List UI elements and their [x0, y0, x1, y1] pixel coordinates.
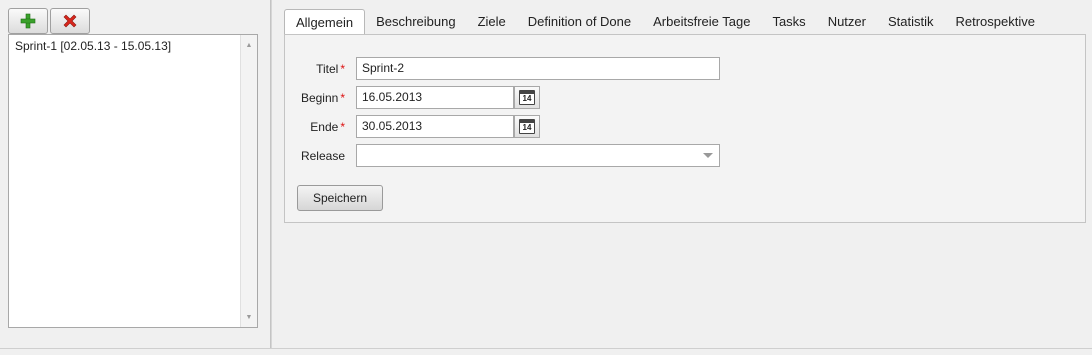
tab-statistik[interactable]: Statistik [877, 10, 945, 34]
calendar-icon: 14 [519, 119, 535, 134]
begin-date-picker-button[interactable]: 14 [514, 86, 540, 109]
begin-date-input[interactable]: 16.05.2013 [356, 86, 514, 109]
delete-sprint-button[interactable] [50, 8, 90, 34]
chevron-down-icon [703, 153, 713, 158]
release-label-text: Release [300, 149, 345, 163]
detail-tabs: Allgemein Beschreibung Ziele Definition … [284, 8, 1086, 35]
tab-beschreibung[interactable]: Beschreibung [365, 10, 467, 34]
sprint-list-scrollbar[interactable]: ▲ ▼ [240, 35, 257, 327]
tab-allgemein[interactable]: Allgemein [284, 9, 366, 35]
begin-label-text: Beginn [300, 91, 339, 105]
release-select[interactable] [356, 144, 720, 167]
title-input[interactable]: Sprint-2 [356, 57, 720, 80]
required-mark: * [340, 120, 345, 134]
delete-x-icon [63, 14, 77, 28]
calendar-icon: 14 [519, 90, 535, 105]
plus-icon [20, 13, 36, 29]
title-label: Titel * [285, 62, 345, 76]
end-label: Ende * [285, 120, 345, 134]
tab-retrospektive[interactable]: Retrospektive [945, 10, 1046, 34]
end-date-picker-button[interactable]: 14 [514, 115, 540, 138]
end-label-text: Ende [310, 120, 339, 134]
tab-tasks[interactable]: Tasks [761, 10, 816, 34]
scroll-down-icon[interactable]: ▼ [241, 309, 257, 325]
required-mark: * [340, 62, 345, 76]
sprint-list-item[interactable]: Sprint-1 [02.05.13 - 15.05.13] [15, 39, 171, 53]
bottom-status-bar [0, 348, 1092, 355]
begin-label: Beginn * [285, 91, 345, 105]
end-date-input[interactable]: 30.05.2013 [356, 115, 514, 138]
release-label: Release [285, 149, 345, 163]
sprint-list-panel: Sprint-1 [02.05.13 - 15.05.13] ▲ ▼ [0, 0, 270, 348]
tab-definition-of-done[interactable]: Definition of Done [517, 10, 642, 34]
tab-ziele[interactable]: Ziele [467, 10, 517, 34]
sprint-list[interactable]: Sprint-1 [02.05.13 - 15.05.13] ▲ ▼ [8, 34, 258, 328]
tab-arbeitsfreie-tage[interactable]: Arbeitsfreie Tage [642, 10, 761, 34]
general-tab-content: Titel * Sprint-2 Beginn * 16.05.2013 14 En… [284, 34, 1086, 223]
title-label-text: Titel [316, 62, 339, 76]
save-button[interactable]: Speichern [297, 185, 383, 211]
required-mark: * [340, 91, 345, 105]
tab-nutzer[interactable]: Nutzer [817, 10, 877, 34]
sprint-details-panel: Allgemein Beschreibung Ziele Definition … [272, 0, 1092, 348]
add-sprint-button[interactable] [8, 8, 48, 34]
scroll-up-icon[interactable]: ▲ [241, 37, 257, 53]
